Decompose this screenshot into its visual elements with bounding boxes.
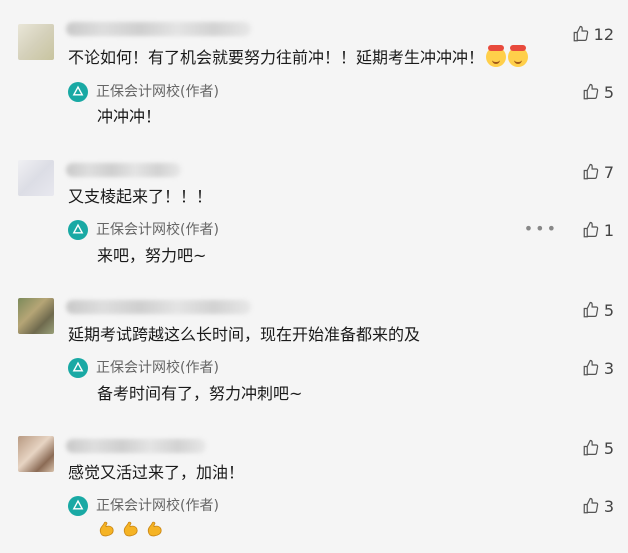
author-label: 正保会计网校(作者)	[96, 222, 219, 238]
like-count: 5	[603, 438, 614, 458]
commenter-name-blurred	[66, 300, 251, 314]
comment-text-content: 不论如何！有了机会就要努力往前冲！！延期考生冲冲冲！	[68, 48, 485, 67]
avatar[interactable]	[18, 24, 54, 60]
author-label: 正保会计网校(作者)	[96, 84, 219, 100]
comment-text: 不论如何！有了机会就要努力往前冲！！延期考生冲冲冲！	[68, 45, 529, 69]
comment-text: 感觉又活过来了，加油！	[68, 463, 245, 482]
flexed-biceps-icon	[99, 521, 114, 537]
reply-text: 冲冲冲！	[97, 107, 162, 126]
commenter-name-blurred	[66, 439, 206, 453]
like-button[interactable]: 5	[582, 438, 614, 458]
like-count: 5	[603, 300, 614, 320]
thumbs-up-icon	[583, 83, 599, 100]
thumbs-up-icon	[573, 25, 588, 42]
thumbs-up-icon	[583, 359, 599, 376]
avatar[interactable]	[18, 436, 54, 472]
like-button[interactable]: 5	[582, 300, 614, 320]
like-button[interactable]: 7	[582, 162, 614, 182]
reply-like-button[interactable]: 3	[582, 358, 614, 378]
author-logo-icon	[68, 358, 88, 378]
author-label: 正保会计网校(作者)	[96, 498, 219, 514]
like-count: 7	[603, 162, 614, 182]
like-count: 3	[603, 496, 614, 516]
like-button[interactable]: 12	[572, 24, 614, 44]
thumbs-up-icon	[583, 301, 599, 318]
author-logo-icon	[68, 496, 88, 516]
party-face-icon	[508, 45, 529, 67]
reply-like-button[interactable]: 5	[582, 82, 614, 102]
like-count: 12	[593, 24, 614, 44]
author-label: 正保会计网校(作者)	[96, 360, 219, 376]
thumbs-up-icon	[583, 497, 599, 514]
thumbs-up-icon	[583, 163, 599, 180]
party-face-icon	[486, 45, 507, 67]
like-count: 1	[603, 220, 614, 240]
reply-like-button[interactable]: 3	[582, 496, 614, 516]
commenter-name-blurred	[66, 22, 251, 36]
reply-text: 来吧，努力吧~	[97, 246, 207, 265]
author-logo-icon	[68, 220, 88, 240]
avatar[interactable]	[18, 298, 54, 334]
author-logo-icon	[68, 82, 88, 102]
more-options-button[interactable]: •••	[524, 219, 558, 238]
comment-text: 又支棱起来了！！！	[68, 187, 213, 206]
flexed-biceps-icon	[147, 521, 162, 537]
reply-emoji-row	[97, 520, 169, 546]
reply-like-button[interactable]: 1	[582, 220, 614, 240]
thumbs-up-icon	[583, 439, 599, 456]
reply-text: 备考时间有了，努力冲刺吧~	[97, 384, 303, 403]
commenter-name-blurred	[66, 163, 181, 177]
flexed-biceps-icon	[123, 521, 138, 537]
like-count: 3	[603, 358, 614, 378]
like-count: 5	[603, 82, 614, 102]
thumbs-up-icon	[583, 221, 599, 238]
comment-text: 延期考试跨越这么长时间，现在开始准备都来的及	[68, 325, 421, 344]
avatar[interactable]	[18, 160, 54, 196]
